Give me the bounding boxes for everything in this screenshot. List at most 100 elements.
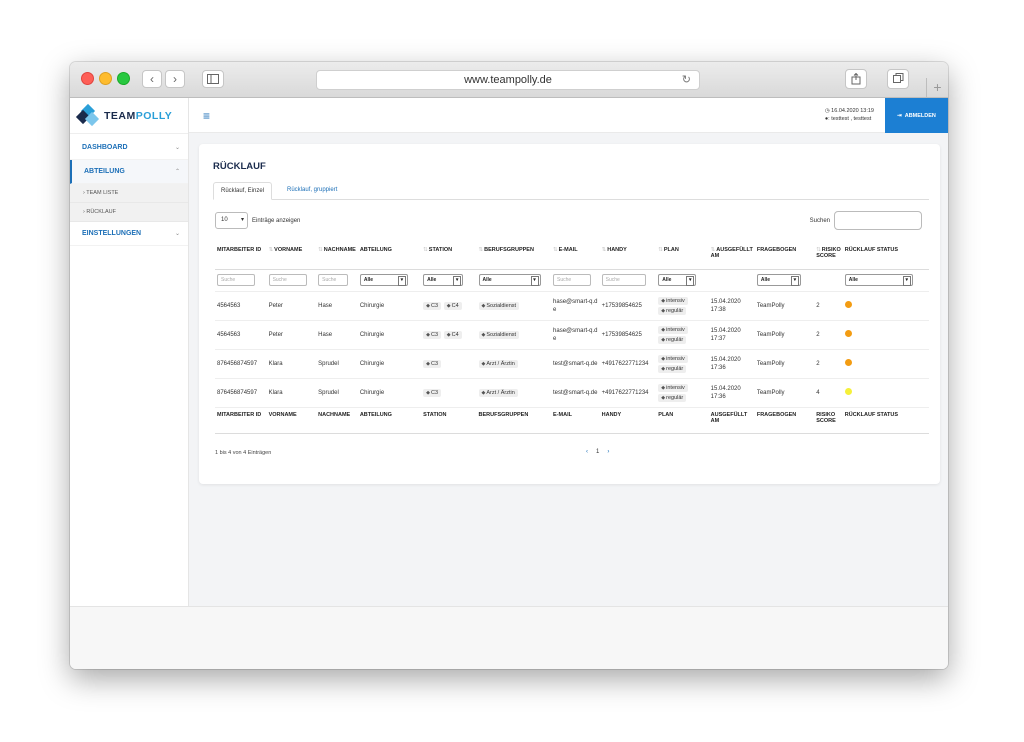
table-row: 4564563 Peter Hase Chirurgie ◆C3 ◆C4 ◆Soziald… (215, 291, 929, 321)
sidebar-subitem-label: › TEAM LISTE (83, 190, 119, 196)
column-header[interactable]: ⇅PLAN (656, 243, 709, 270)
beruf-tag: ◆Arzt / Ärztin (478, 359, 518, 368)
tabs-overview-button[interactable] (887, 69, 909, 89)
sidebar-subitem-ruecklauf[interactable]: › RÜCKLAUF (70, 203, 188, 222)
cell-ausgefuellt: 15.04.2020 17:38 (708, 291, 755, 321)
back-button[interactable]: ‹ (142, 70, 162, 88)
tag-icon: ◆ (426, 302, 431, 309)
cell-berufsgruppen: ◆Sozialdienst (476, 291, 552, 321)
filter-input-vorname[interactable]: Suche (268, 274, 307, 286)
brand-logo[interactable]: TEAMPOLLY (70, 98, 188, 134)
share-icon (851, 72, 861, 85)
share-button[interactable] (845, 69, 867, 89)
address-bar[interactable]: www.teampolly.de ↻ (316, 70, 700, 90)
filter-select-status[interactable]: Alle (844, 274, 913, 286)
cell-vorname: Peter (266, 291, 317, 321)
column-header[interactable]: ⇅NACHNAME (316, 243, 358, 270)
filter-input-email[interactable]: Suche (553, 274, 592, 286)
previous-page-button[interactable]: ‹ (586, 449, 588, 455)
cell-berufsgruppen: ◆Arzt / Ärztin (476, 349, 552, 379)
cell-nachname: Sprudel (316, 378, 358, 408)
forward-button[interactable]: › (165, 70, 185, 88)
column-header[interactable]: ⇅AUSGEFÜLLT AM (708, 243, 755, 270)
cell-vorname: Klara (266, 378, 317, 408)
next-page-button[interactable]: › (607, 449, 609, 455)
column-header[interactable]: ⇅HANDY (599, 243, 657, 270)
beruf-tag: ◆Sozialdienst (478, 330, 520, 339)
page-number-button[interactable]: 1 (596, 449, 599, 455)
filter-input-id[interactable]: Suche (217, 274, 255, 286)
tab-ruecklauf-einzel[interactable]: Rücklauf, Einzel (213, 182, 273, 200)
cell-handy: +17539854625 (599, 291, 657, 321)
tab-ruecklauf-gruppiert[interactable]: Rücklauf, gruppiert (280, 182, 344, 200)
sidebar-toggle-button[interactable] (202, 70, 224, 88)
cell-fragebogen: TeamPolly (754, 378, 815, 408)
cell-status (842, 378, 929, 408)
cell-plan: ◆intensiv ◆regulär (656, 291, 709, 321)
filter-select-berufsgruppen[interactable]: Alle (478, 274, 541, 286)
cell-abteilung: Chirurgie (357, 320, 422, 350)
menu-icon[interactable]: ≡ (203, 109, 210, 123)
new-tab-button[interactable]: + (926, 78, 948, 98)
tag-icon: ◆ (426, 360, 431, 367)
minimize-window-button[interactable] (99, 72, 112, 85)
search-label: Suchen (809, 217, 830, 224)
column-header[interactable]: ⇅BERUFSGRUPPEN (476, 243, 552, 270)
column-header[interactable]: ⇅STATION (421, 243, 477, 270)
filter-select-plan[interactable]: Alle (658, 274, 697, 286)
plan-tag: ◆intensiv (658, 325, 688, 334)
column-header[interactable]: ABTEILUNG (357, 243, 422, 270)
filter-input-nachname[interactable]: Suche (318, 274, 349, 286)
column-footer: STATION (421, 406, 477, 434)
chevron-up-icon: ⌃ (174, 169, 180, 175)
page-length-select[interactable]: 10 (215, 212, 248, 229)
search-input[interactable] (834, 211, 922, 230)
sidebar-subitem-team-liste[interactable]: › TEAM LISTE (70, 184, 188, 203)
plan-tag: ◆intensiv (658, 296, 688, 305)
station-tag: ◆C3 (423, 388, 442, 397)
cell-station: ◆C3 (421, 349, 477, 379)
filter-select-station[interactable]: Alle (423, 274, 464, 286)
tag-icon: ◆ (661, 326, 666, 333)
sidebar-item-abteilung[interactable]: ABTEILUNG ⌃ (70, 160, 188, 184)
filter-row: Suche Suche Suche Alle Alle Alle Suche S… (215, 269, 929, 292)
column-footer: MITARBEITER ID (215, 406, 267, 434)
cell-station: ◆C3 ◆C4 (421, 291, 477, 321)
column-footer: HANDY (599, 406, 657, 434)
column-footer: PLAN (656, 406, 709, 434)
tab-bar: Rücklauf, Einzel Rücklauf, gruppiert (213, 182, 929, 200)
clock-icon: ◷ (824, 108, 830, 114)
tabs-icon (892, 73, 903, 83)
sidebar-item-label: ABTEILUNG (84, 168, 125, 175)
plan-tag: ◆regulär (658, 393, 687, 402)
filter-select-fragebogen[interactable]: Alle (756, 274, 801, 286)
cell-handy: +17539854625 (599, 320, 657, 350)
close-window-button[interactable] (81, 72, 94, 85)
station-tag: ◆C3 (423, 359, 442, 368)
cell-handy: +4917622771234 (599, 349, 657, 379)
chevron-down-icon: ⌄ (174, 145, 180, 151)
reload-icon[interactable]: ↻ (682, 71, 691, 89)
cell-status (842, 320, 929, 350)
column-footer: VORNAME (266, 406, 317, 434)
logout-button[interactable]: ⇥ ABMELDEN (885, 98, 948, 133)
table-row: 876456874597 Klara Sprudel Chirurgie ◆C3 ◆Arz… (215, 378, 929, 408)
column-header[interactable]: MITARBEITER ID (215, 243, 267, 270)
tag-icon: ◆ (446, 302, 451, 309)
cell-plan: ◆intensiv ◆regulär (656, 349, 709, 379)
sidebar-item-dashboard[interactable]: DASHBOARD ⌄ (70, 136, 188, 160)
sidebar-item-einstellungen[interactable]: EINSTELLUNGEN ⌄ (70, 222, 188, 246)
tag-icon: ◆ (661, 355, 666, 362)
cell-score: 2 (814, 291, 843, 321)
column-header[interactable]: FRAGEBOGEN (754, 243, 815, 270)
filter-select-abteilung[interactable]: Alle (359, 274, 408, 286)
column-header[interactable]: ⇅VORNAME (266, 243, 317, 270)
tag-icon: ◆ (661, 307, 666, 314)
column-header[interactable]: RÜCKLAUF STATUS (842, 243, 929, 270)
filter-input-handy[interactable]: Suche (601, 274, 646, 286)
column-header[interactable]: ⇅E-MAIL (551, 243, 600, 270)
cell-email: test@smart-q.de (551, 378, 600, 408)
column-header[interactable]: ⇅RISIKO SCORE (814, 243, 843, 270)
status-indicator-icon (844, 359, 852, 366)
zoom-window-button[interactable] (117, 72, 130, 85)
